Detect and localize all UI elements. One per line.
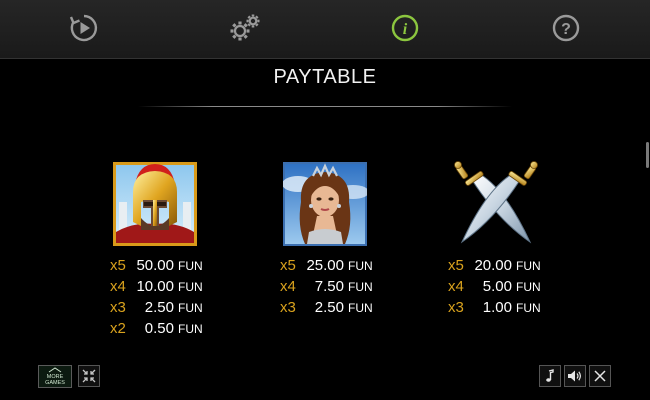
pay-amount: 7.50 [314, 278, 344, 295]
pay-multiplier: x5 [448, 257, 464, 274]
pay-currency-unit: FUN [178, 280, 203, 294]
info-icon[interactable]: i [389, 12, 421, 44]
pay-amount: 25.00 [306, 257, 344, 274]
pay-row: x5 20.00 FUN [448, 257, 548, 277]
pay-amount: 20.00 [474, 257, 512, 274]
pay-multiplier: x4 [110, 278, 126, 295]
svg-text:i: i [403, 21, 408, 38]
pay-currency-unit: FUN [178, 259, 203, 273]
more-games-button[interactable]: MORE GAMES [38, 365, 72, 388]
pay-currency-unit: FUN [516, 280, 541, 294]
pay-amount: 2.50 [314, 299, 344, 316]
pay-row: x3 2.50 FUN [110, 299, 210, 319]
title-divider [138, 106, 512, 107]
pay-multiplier: x4 [448, 278, 464, 295]
pay-row: x4 10.00 FUN [110, 278, 210, 298]
pay-row: x3 1.00 FUN [448, 299, 548, 319]
settings-gears-icon[interactable] [227, 12, 263, 44]
pay-amount: 5.00 [482, 278, 512, 295]
pay-multiplier: x4 [280, 278, 296, 295]
speaker-icon[interactable] [564, 365, 586, 387]
spartan-warrior-symbol [113, 162, 197, 246]
home-icon [48, 367, 62, 373]
pay-multiplier: x3 [448, 299, 464, 316]
pay-row: x4 5.00 FUN [448, 278, 548, 298]
pay-currency-unit: FUN [348, 259, 373, 273]
svg-text:?: ? [561, 21, 571, 38]
pay-multiplier: x5 [110, 257, 126, 274]
pay-currency-unit: FUN [348, 280, 373, 294]
more-games-line2: GAMES [45, 380, 65, 386]
pay-row: x5 50.00 FUN [110, 257, 210, 277]
collapse-icon[interactable] [78, 365, 100, 387]
pay-multiplier: x3 [280, 299, 296, 316]
pay-row: x4 7.50 FUN [280, 278, 380, 298]
pay-multiplier: x2 [110, 320, 126, 337]
pay-row: x3 2.50 FUN [280, 299, 380, 319]
pay-amount: 2.50 [144, 299, 174, 316]
crossed-swords-symbol [450, 160, 542, 248]
pay-multiplier: x3 [110, 299, 126, 316]
pay-multiplier: x5 [280, 257, 296, 274]
pay-currency-unit: FUN [516, 259, 541, 273]
scrollbar-thumb[interactable] [646, 142, 649, 168]
pay-amount: 10.00 [136, 278, 174, 295]
pay-currency-unit: FUN [348, 301, 373, 315]
help-icon[interactable]: ? [550, 12, 582, 44]
pay-amount: 0.50 [144, 320, 174, 337]
pay-currency-unit: FUN [178, 322, 203, 336]
pay-currency-unit: FUN [516, 301, 541, 315]
pay-amount: 1.00 [482, 299, 512, 316]
autoplay-icon[interactable] [68, 12, 100, 44]
page-title: PAYTABLE [273, 66, 377, 88]
pay-row: x5 25.00 FUN [280, 257, 380, 277]
pay-amount: 50.00 [136, 257, 174, 274]
pay-row: x2 0.50 FUN [110, 320, 210, 340]
pay-currency-unit: FUN [178, 301, 203, 315]
close-icon[interactable] [589, 365, 611, 387]
goddess-symbol [282, 162, 369, 246]
top-toolbar: i ? [0, 0, 650, 59]
music-note-icon[interactable] [539, 365, 561, 387]
